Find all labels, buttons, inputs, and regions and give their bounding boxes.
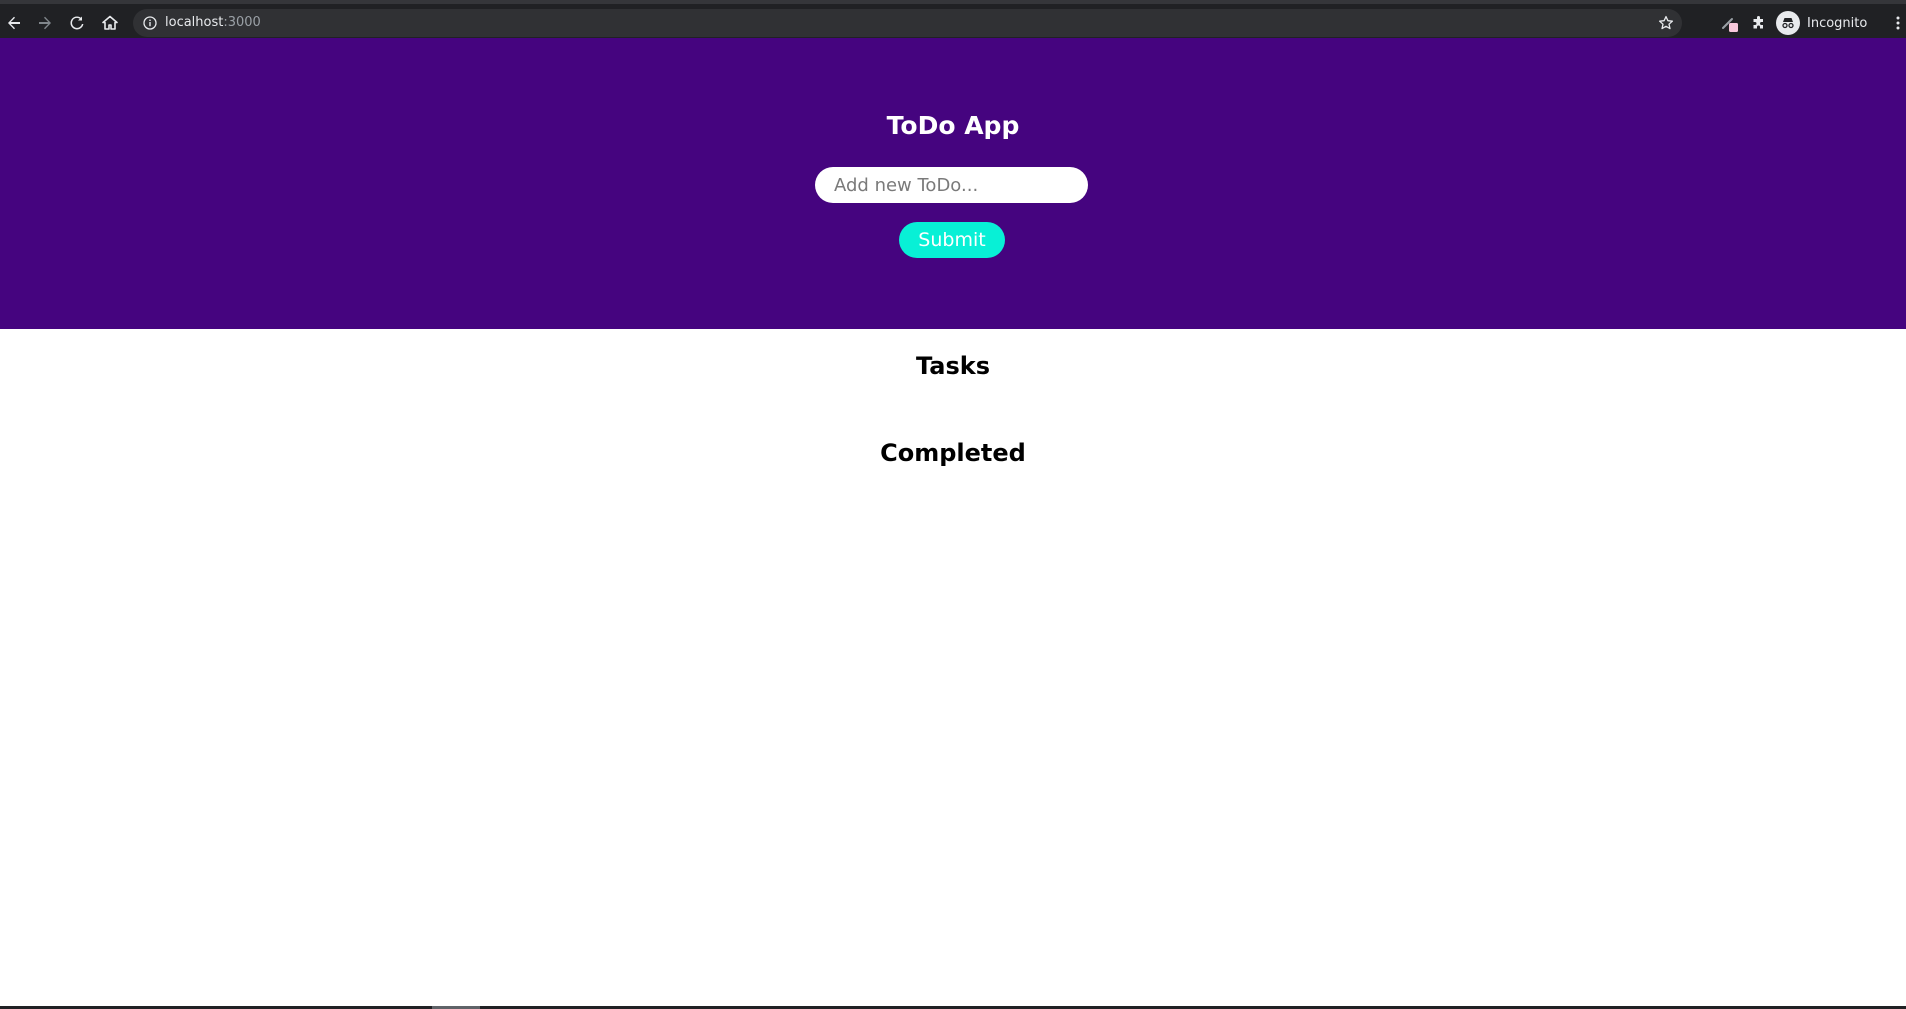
header-section: ToDo App Submit — [0, 38, 1906, 329]
incognito-icon — [1776, 11, 1800, 35]
reload-icon — [70, 16, 84, 30]
completed-heading: Completed — [880, 439, 1026, 467]
star-icon[interactable] — [1658, 15, 1674, 31]
completed-list — [0, 472, 1906, 502]
info-icon[interactable] — [143, 16, 157, 30]
url-host: localhost — [165, 15, 224, 30]
tasks-list — [0, 385, 1906, 415]
app-title: ToDo App — [886, 111, 1020, 140]
extensions-button[interactable] — [1745, 9, 1773, 37]
browser-menu-button[interactable] — [1884, 9, 1906, 37]
arrow-left-icon — [8, 16, 20, 30]
new-todo-input[interactable] — [815, 167, 1088, 203]
browser-toolbar: localhost:3000 Incognito — [0, 0, 1906, 38]
pencil-icon — [1722, 18, 1738, 32]
home-icon — [102, 15, 118, 30]
puzzle-icon — [1753, 16, 1763, 29]
submit-button[interactable]: Submit — [899, 222, 1005, 258]
profile-label: Incognito — [1807, 15, 1868, 31]
kebab-menu-icon — [1896, 16, 1900, 30]
extension-button[interactable] — [1716, 9, 1744, 37]
url-port: :3000 — [223, 15, 261, 30]
forward-button[interactable] — [31, 9, 59, 37]
profile-button[interactable]: Incognito — [1776, 11, 1867, 35]
reload-button[interactable] — [63, 9, 91, 37]
arrow-right-icon — [39, 16, 51, 30]
back-button[interactable] — [0, 9, 28, 37]
tasks-heading: Tasks — [915, 352, 990, 380]
url-text[interactable]: localhost:3000 — [165, 14, 261, 32]
home-button[interactable] — [96, 9, 124, 37]
address-bar[interactable]: localhost:3000 — [133, 9, 1682, 37]
